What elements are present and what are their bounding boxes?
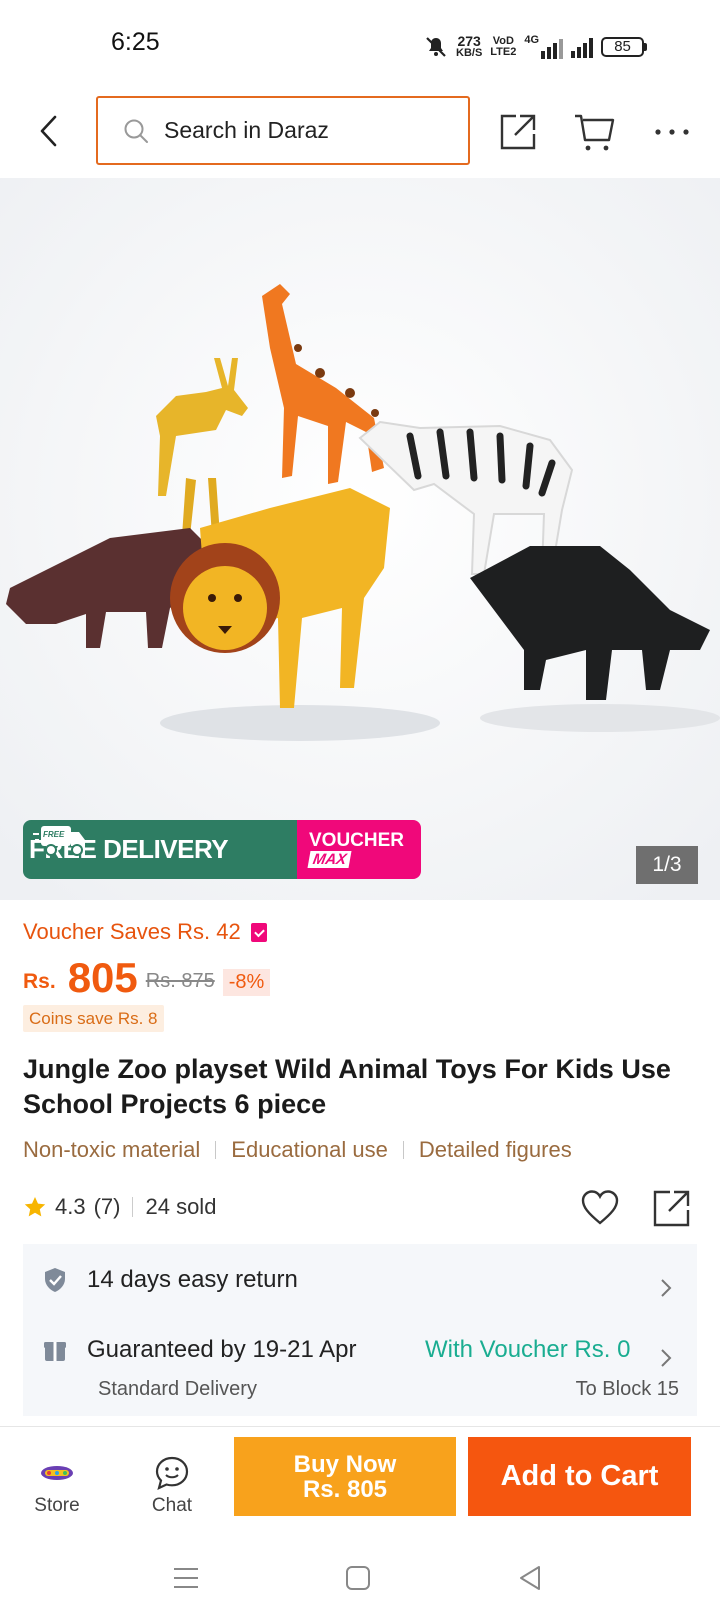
system-navigation-bar — [0, 1546, 720, 1612]
price-row: Rs. 805 Rs. 875 -8% — [23, 952, 271, 1001]
store-logo-icon — [39, 1455, 75, 1491]
return-policy-text: 14 days easy return — [87, 1266, 298, 1293]
share-button[interactable] — [496, 110, 540, 154]
search-icon — [122, 117, 150, 145]
feature-tag: Non-toxic material — [23, 1137, 201, 1162]
search-placeholder: Search in Daraz — [164, 117, 329, 143]
voucher-delivery-offer[interactable]: With Voucher Rs. 0 — [425, 1336, 630, 1364]
feature-tag: Detailed figures — [418, 1137, 572, 1162]
back-nav-button[interactable] — [510, 1558, 550, 1598]
top-header: Search in Daraz — [0, 88, 720, 178]
price-value: 805 — [67, 954, 138, 1001]
return-policy-row[interactable]: 14 days easy return — [43, 1266, 298, 1294]
star-icon — [24, 1197, 46, 1217]
delivery-guarantee-text: Guaranteed by 19-21 Apr — [87, 1336, 357, 1363]
share-icon — [653, 1190, 690, 1227]
chevron-right-icon[interactable] — [659, 1278, 673, 1298]
shield-check-icon — [45, 1268, 65, 1292]
back-button[interactable] — [26, 108, 72, 154]
volte-indicator: VoD LTE2 — [490, 35, 517, 58]
divider — [402, 1141, 404, 1159]
home-nav-button[interactable] — [338, 1558, 378, 1598]
menu-icon — [174, 1568, 198, 1588]
share-icon — [500, 114, 536, 150]
more-icon — [655, 129, 689, 135]
back-arrow-icon — [40, 115, 57, 147]
voucher-saves[interactable]: Voucher Saves Rs. 42 — [23, 919, 267, 945]
rating-value: 4.3 — [55, 1194, 86, 1219]
search-input[interactable]: Search in Daraz — [96, 96, 470, 165]
divider — [215, 1141, 217, 1159]
rating-row[interactable]: 4.3 (7) 24 sold — [23, 1190, 216, 1224]
mute-bell-icon — [426, 37, 446, 57]
discount-badge: -8% — [222, 969, 271, 996]
image-page-indicator: 1/3 — [636, 846, 698, 884]
more-options-button[interactable] — [650, 110, 694, 154]
home-square-icon — [346, 1566, 370, 1590]
gift-box-icon — [44, 1342, 66, 1361]
bottom-action-bar: Store Chat Buy Now Rs. 805 Add to Cart — [0, 1426, 720, 1546]
heart-icon — [581, 1190, 619, 1225]
product-title: Jungle Zoo playset Wild Animal Toys For … — [23, 1054, 671, 1119]
product-photo — [0, 178, 720, 900]
svg-text:FREE: FREE — [43, 830, 65, 839]
back-triangle-icon — [520, 1566, 540, 1590]
network-speed: 273 KB/S — [456, 33, 483, 59]
voucher-tag-icon — [250, 922, 267, 942]
voucher-max-badge: VOUCHER MAX — [297, 820, 421, 879]
chevron-right-icon[interactable] — [659, 1348, 673, 1368]
cart-icon — [575, 114, 615, 151]
chat-label: Chat — [151, 1495, 193, 1516]
product-share-button[interactable] — [652, 1188, 692, 1228]
divider — [132, 1197, 134, 1217]
store-label: Store — [34, 1495, 80, 1516]
status-icons: 273 KB/S VoD LTE2 4G 85 — [424, 30, 648, 64]
buy-now-button[interactable]: Buy Now Rs. 805 — [234, 1437, 456, 1516]
service-info-box: 14 days easy return Guaranteed by 19-21 … — [23, 1244, 697, 1416]
chat-button[interactable]: Chat — [132, 1455, 212, 1517]
delivery-location: To Block 15 — [575, 1378, 679, 1400]
cart-button[interactable] — [572, 110, 618, 154]
delivery-type: Standard Delivery — [98, 1378, 257, 1400]
original-price: Rs. 875 — [145, 970, 215, 992]
signal-icon — [571, 36, 594, 58]
delivery-row[interactable]: Guaranteed by 19-21 Apr — [43, 1336, 357, 1364]
wishlist-button[interactable] — [580, 1188, 620, 1228]
product-image-gallery[interactable]: FREE FREE DELIVERY VOUCHER MAX 1/3 — [0, 178, 720, 900]
feature-tag: Educational use — [231, 1137, 388, 1162]
signal-4g-icon: 4G — [524, 35, 564, 59]
menu-nav-button[interactable] — [166, 1558, 206, 1598]
feature-tags: Non-toxic material Educational use Detai… — [23, 1137, 572, 1163]
chat-icon — [154, 1455, 190, 1491]
price-currency: Rs. — [23, 970, 56, 993]
free-delivery-voucher-banner: FREE FREE DELIVERY VOUCHER MAX — [23, 820, 421, 879]
add-to-cart-button[interactable]: Add to Cart — [468, 1437, 691, 1516]
battery-icon: 85 — [601, 37, 648, 57]
sold-count: 24 sold — [145, 1194, 217, 1219]
delivery-truck-icon: FREE — [33, 826, 85, 856]
status-bar: 6:25 273 KB/S VoD LTE2 4G 85 — [0, 0, 720, 88]
rating-count: (7) — [93, 1194, 121, 1219]
store-button[interactable]: Store — [17, 1455, 97, 1517]
free-delivery-badge: FREE FREE DELIVERY — [23, 820, 297, 879]
status-time: 6:25 — [111, 28, 160, 56]
coins-save-badge: Coins save Rs. 8 — [23, 1005, 164, 1032]
